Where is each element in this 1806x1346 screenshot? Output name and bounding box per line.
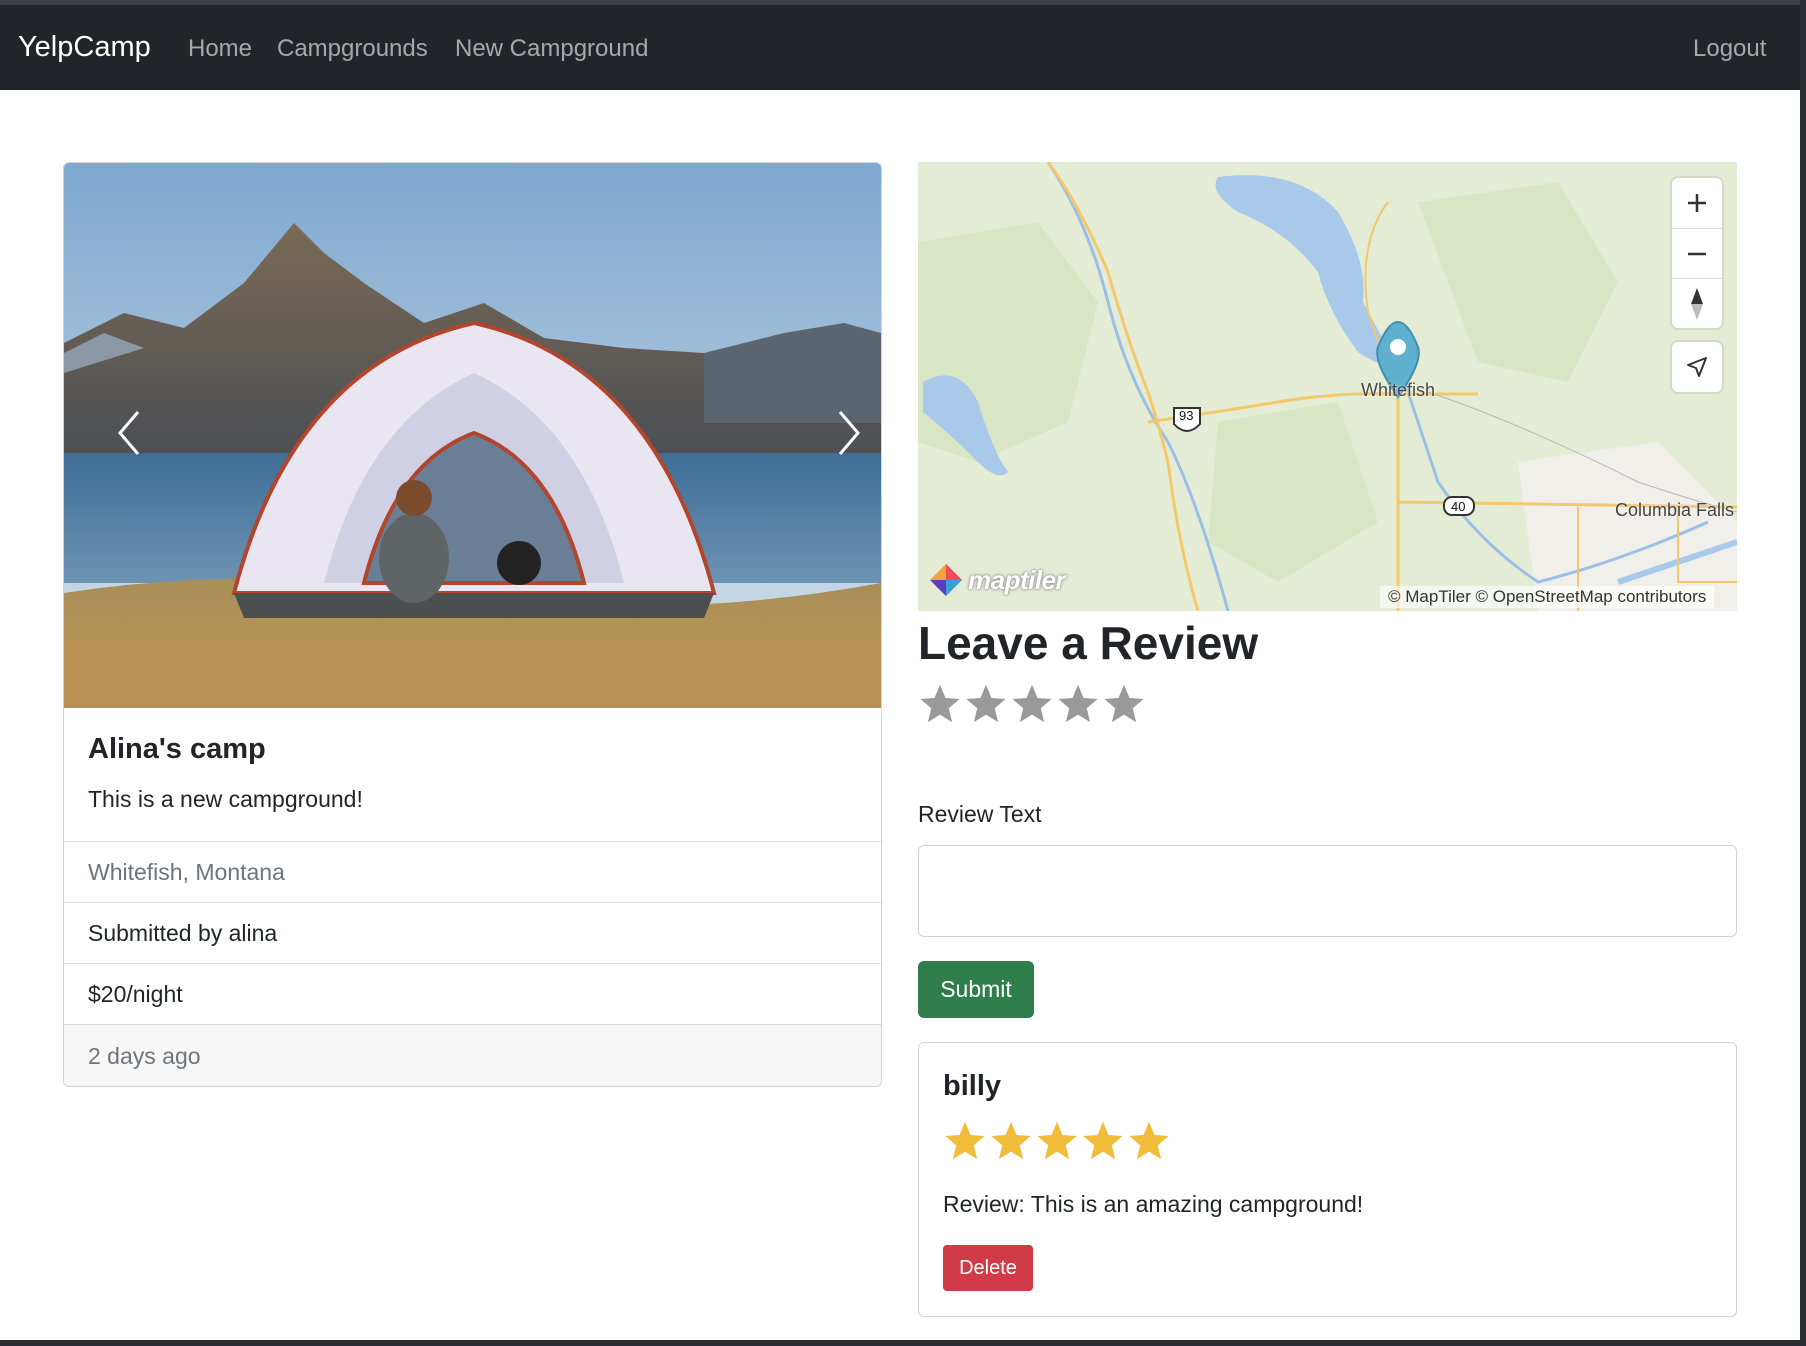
campground-price: $20/night [88,981,183,1007]
zoom-in-button[interactable] [1672,178,1722,228]
reset-bearing-button[interactable] [1672,278,1722,328]
image-carousel [64,163,881,708]
compass-icon [1691,287,1703,320]
campground-card: Alina's camp This is a new campground! W… [63,162,882,1087]
star-icon[interactable] [1010,682,1054,726]
carousel-prev-button[interactable] [99,393,159,473]
navbar: YelpCamp Home Campgrounds New Campground… [0,5,1800,90]
maptiler-diamond-icon [930,564,962,596]
nav-home-link[interactable]: Home [188,35,252,63]
star-icon [1129,1121,1169,1160]
map-navigation-controls [1672,178,1722,328]
geolocate-control [1672,342,1722,392]
route-93-label: 93 [1179,408,1194,423]
geolocate-icon [1687,357,1707,377]
rating-input[interactable] [918,682,1146,726]
review-body: Review: This is an amazing campground! [943,1191,1364,1217]
zoom-out-icon [1688,252,1706,255]
star-icon[interactable] [1102,682,1146,726]
map-label-city: Whitefish [1361,380,1436,400]
carousel-next-button[interactable] [819,393,879,473]
submit-review-button[interactable]: Submit [918,961,1034,1018]
review-text-label: Review Text [918,801,1042,827]
review-text-input[interactable] [918,845,1737,937]
zoom-out-button[interactable] [1672,228,1722,278]
campground-author: Submitted by alina [88,920,278,946]
window-bottom-edge [0,1340,1806,1346]
star-icon [1083,1121,1123,1160]
map-label-town: Columbia Falls [1615,500,1735,520]
review-card: billy Review: This is an amazing campgro… [918,1042,1737,1317]
nav-campgrounds-link[interactable]: Campgrounds [277,35,428,63]
review-author: billy [943,1070,1002,1102]
star-icon [945,1121,985,1160]
campground-title: Alina's camp [88,733,266,765]
campground-author-item: Submitted by alina [64,902,881,963]
campground-location: Whitefish, Montana [88,859,285,885]
star-icon[interactable] [1056,682,1100,726]
chevron-left-icon [118,411,140,455]
card-footer: 2 days ago [64,1024,881,1086]
leave-review-heading: Leave a Review [918,617,1259,669]
nav-logout-link[interactable]: Logout [1693,35,1766,63]
campground-price-item: $20/night [64,963,881,1024]
campground-location-item: Whitefish, Montana [64,841,881,902]
route-40-label: 40 [1451,499,1466,514]
map-attribution[interactable]: © MapTiler © OpenStreetMap contributors [1380,586,1715,608]
chevron-right-icon [838,411,860,455]
delete-review-button[interactable]: Delete [943,1245,1033,1291]
campground-map[interactable]: Whitefish Columbia Falls 93 40 maptiler … [918,162,1737,611]
window-right-edge [1800,0,1806,1346]
review-rating [943,1119,1171,1163]
star-icon[interactable] [964,682,1008,726]
star-icon [991,1121,1031,1160]
maptiler-logo[interactable]: maptiler [928,562,1066,598]
campground-photo [64,163,881,708]
posted-time: 2 days ago [88,1043,201,1069]
geolocate-button[interactable] [1672,342,1722,392]
zoom-in-icon [1688,194,1706,212]
map-tiles [918,162,1737,611]
campground-description: This is a new campground! [88,786,363,812]
star-icon[interactable] [918,682,962,726]
nav-new-campground-link[interactable]: New Campground [455,35,648,63]
maptiler-logo-text: maptiler [968,564,1066,595]
star-icon [1037,1121,1077,1160]
brand-logo[interactable]: YelpCamp [18,31,151,64]
